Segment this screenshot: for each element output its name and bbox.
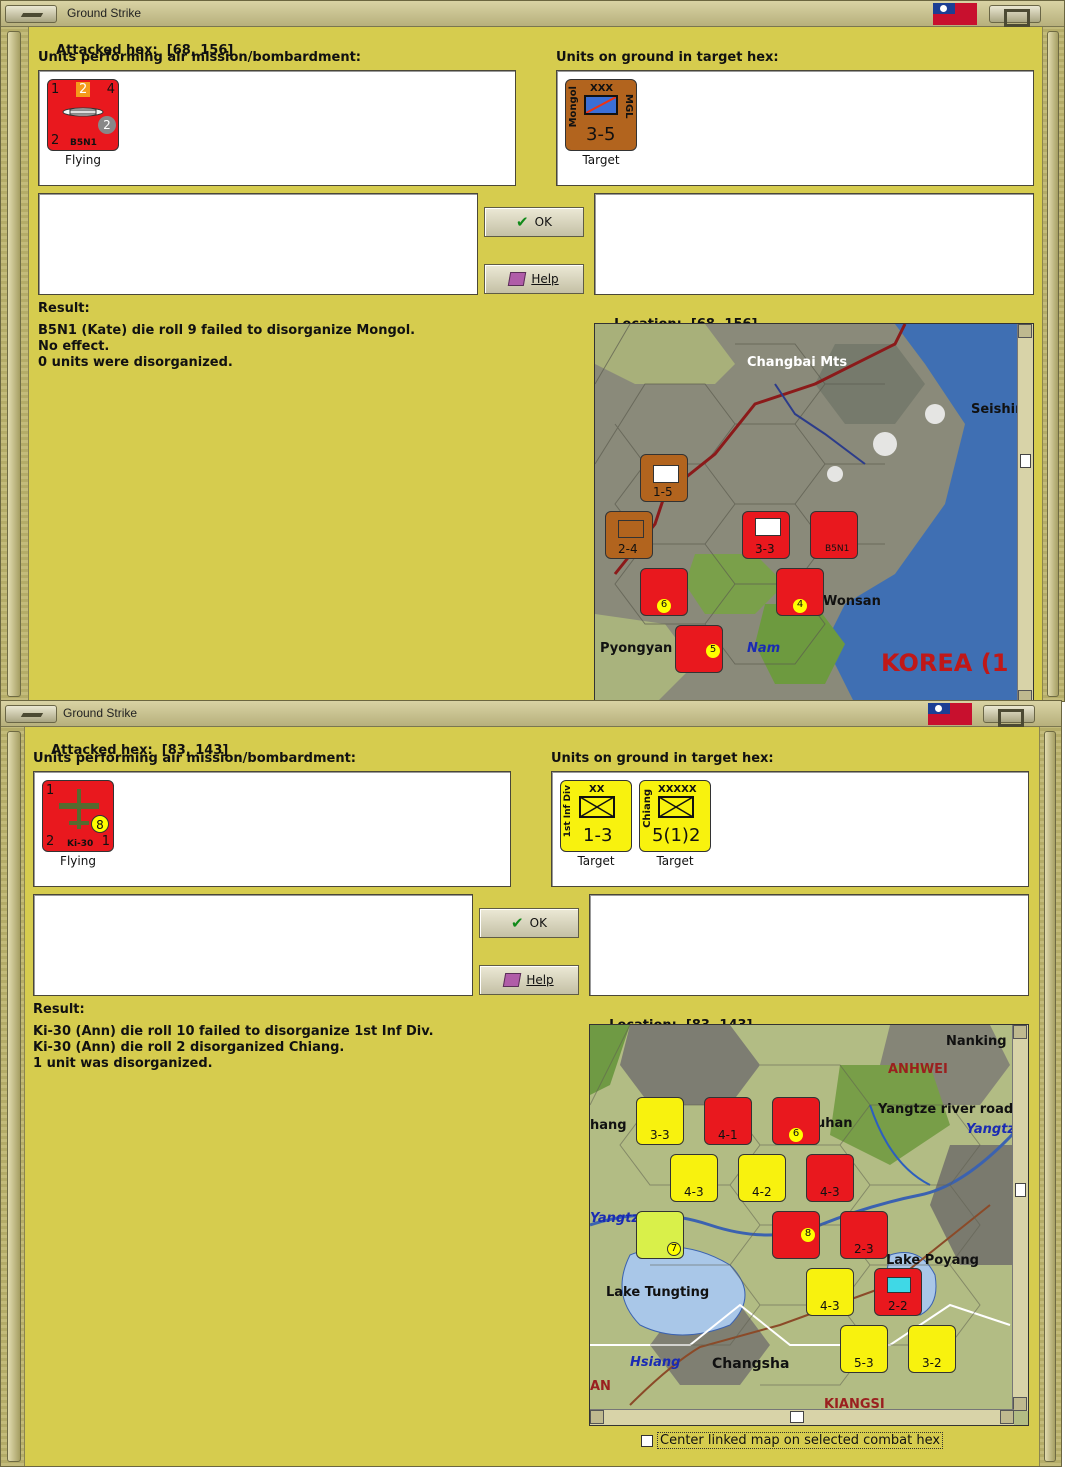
help-button[interactable]: Help xyxy=(484,264,584,294)
unit-counter-b5n1[interactable]: 1 2 4 2 2 B5N1 xyxy=(47,79,119,151)
map-counter[interactable]: 1-5 xyxy=(640,454,688,502)
title-bar[interactable]: Ground Strike xyxy=(1,1,1064,27)
map-counter[interactable]: 5 xyxy=(675,625,723,673)
map-label-nanking: Nanking xyxy=(946,1034,1007,1049)
right-frame xyxy=(1039,727,1061,1466)
ground-strike-window-2: Ground Strike Attacked hex: [83, 143] Un… xyxy=(0,700,1062,1467)
map-counter[interactable]: 6 xyxy=(772,1097,820,1145)
map-label-hsiang: Hsiang xyxy=(630,1355,681,1370)
right-message-panel xyxy=(589,894,1029,996)
map-label-yangtze-west: Yangtz xyxy=(590,1211,639,1226)
map-counter[interactable]: 4-3 xyxy=(806,1154,854,1202)
unit-type-icon xyxy=(584,95,618,115)
map-counter[interactable]: 2-4 xyxy=(605,511,653,559)
window-title: Ground Strike xyxy=(63,706,138,720)
left-message-panel xyxy=(33,894,473,996)
map-label-pyongyang: Pyongyan xyxy=(600,641,673,656)
ok-button[interactable]: ✔ OK xyxy=(484,207,584,237)
ground-unit-status-1: Target xyxy=(577,854,615,868)
air-units-panel: 1 8 2 Ki-30 1 Flying xyxy=(33,771,511,887)
air-unit-status: Flying xyxy=(60,854,96,868)
result-text: B5N1 (Kate) die roll 9 failed to disorga… xyxy=(38,323,416,370)
minimize-button[interactable] xyxy=(5,705,57,723)
ground-units-panel: 1st Inf Div XX 1-3 Target Chiang XXXXX 5… xyxy=(551,771,1029,887)
ground-unit-status-2: Target xyxy=(656,854,694,868)
map-counter[interactable]: 6 xyxy=(640,568,688,616)
infantry-icon xyxy=(579,796,615,818)
map-label-wuhan: uhan xyxy=(816,1116,853,1131)
air-units-label: Units performing air mission/bombardment… xyxy=(38,50,362,65)
map-counter[interactable]: 3-2 xyxy=(908,1325,956,1373)
unit-counter-1st-inf-div[interactable]: 1st Inf Div XX 1-3 xyxy=(560,780,632,852)
title-bar[interactable]: Ground Strike xyxy=(1,701,1061,727)
air-unit-status: Flying xyxy=(65,153,101,167)
map-label-lake-tungting: Lake Tungting xyxy=(606,1285,710,1300)
result-label: Result: xyxy=(38,301,90,316)
map-label-lake-poyang: Lake Poyang xyxy=(886,1253,979,1268)
map-label-an: AN xyxy=(590,1379,611,1394)
right-message-panel xyxy=(594,193,1034,295)
china-flag-icon xyxy=(928,703,972,725)
help-button[interactable]: Help xyxy=(479,965,579,995)
map-counter[interactable]: 3-3 xyxy=(636,1097,684,1145)
map-label-anhwei: ANHWEI xyxy=(888,1062,948,1077)
map-counter[interactable]: 4 xyxy=(776,568,824,616)
minimize-button[interactable] xyxy=(5,5,57,23)
map-counter[interactable]: 5-3 xyxy=(840,1325,888,1373)
check-icon: ✔ xyxy=(516,213,529,231)
map-counter[interactable]: 4-2 xyxy=(738,1154,786,1202)
map-counter[interactable]: 4-3 xyxy=(806,1268,854,1316)
unit-counter-chiang[interactable]: Chiang XXXXX 5(1)2 xyxy=(639,780,711,852)
unit-counter-mongol[interactable]: Mongol XXX MGL 3-5 xyxy=(565,79,637,151)
close-button[interactable] xyxy=(983,705,1035,727)
map-horizontal-scrollbar[interactable] xyxy=(590,1409,1014,1425)
air-units-panel: 1 2 4 2 2 B5N1 Flying xyxy=(38,70,516,186)
hex-map[interactable]: Nanking ANHWEI Yangtze river road Yangtz… xyxy=(589,1024,1029,1426)
help-book-icon xyxy=(508,272,527,286)
map-label-nam: Nam xyxy=(747,641,781,656)
map-counter[interactable]: 3-3 xyxy=(742,511,790,559)
map-label-korea: KOREA (1 xyxy=(881,649,1009,677)
map-counter[interactable]: 4-3 xyxy=(670,1154,718,1202)
map-label-yangtze-road: Yangtze river road xyxy=(878,1102,1014,1117)
ground-units-label: Units on ground in target hex: xyxy=(556,50,779,65)
map-vertical-scrollbar[interactable] xyxy=(1017,324,1033,701)
left-frame xyxy=(1,727,25,1466)
center-map-checkbox[interactable] xyxy=(641,1435,653,1447)
map-counter[interactable]: 4-1 xyxy=(704,1097,752,1145)
ok-button[interactable]: ✔ OK xyxy=(479,908,579,938)
window-title: Ground Strike xyxy=(67,6,142,20)
map-counter[interactable]: 2-3 xyxy=(840,1211,888,1259)
left-frame xyxy=(1,27,29,701)
result-text: Ki-30 (Ann) die roll 10 failed to disorg… xyxy=(33,1024,434,1071)
help-book-icon xyxy=(503,973,522,987)
map-label-changsha: Changsha xyxy=(712,1356,790,1372)
map-counter[interactable]: 2-2 xyxy=(874,1268,922,1316)
map-counter[interactable]: B5N1 xyxy=(810,511,858,559)
close-button[interactable] xyxy=(989,5,1041,27)
map-label-wonsan: Wonsan xyxy=(823,594,881,609)
check-icon: ✔ xyxy=(511,914,524,932)
infantry-icon xyxy=(658,796,694,818)
hex-map[interactable]: Changbai Mts Seishin Wonsan Pyongyan Nam… xyxy=(594,323,1034,701)
left-message-panel xyxy=(38,193,478,295)
map-counter[interactable]: 8 xyxy=(772,1211,820,1259)
map-label-changbai: Changbai Mts xyxy=(747,355,848,370)
air-units-label: Units performing air mission/bombardment… xyxy=(33,751,357,766)
map-vertical-scrollbar[interactable] xyxy=(1012,1025,1028,1411)
center-map-label[interactable]: Center linked map on selected combat hex xyxy=(657,1432,944,1449)
unit-counter-ki30[interactable]: 1 8 2 Ki-30 1 xyxy=(42,780,114,852)
ground-units-label: Units on ground in target hex: xyxy=(551,751,774,766)
ground-units-panel: Mongol XXX MGL 3-5 Target xyxy=(556,70,1034,186)
china-flag-icon xyxy=(933,3,977,25)
right-frame xyxy=(1042,27,1064,701)
result-label: Result: xyxy=(33,1002,85,1017)
map-label-yangtze: Yangtz xyxy=(966,1122,1015,1137)
ground-unit-status: Target xyxy=(582,153,620,167)
map-counter[interactable]: 7 xyxy=(636,1211,684,1259)
ground-strike-window-1: Ground Strike Attacked hex: [68, 156] Un… xyxy=(0,0,1065,702)
map-label-hang: hang xyxy=(590,1118,627,1133)
